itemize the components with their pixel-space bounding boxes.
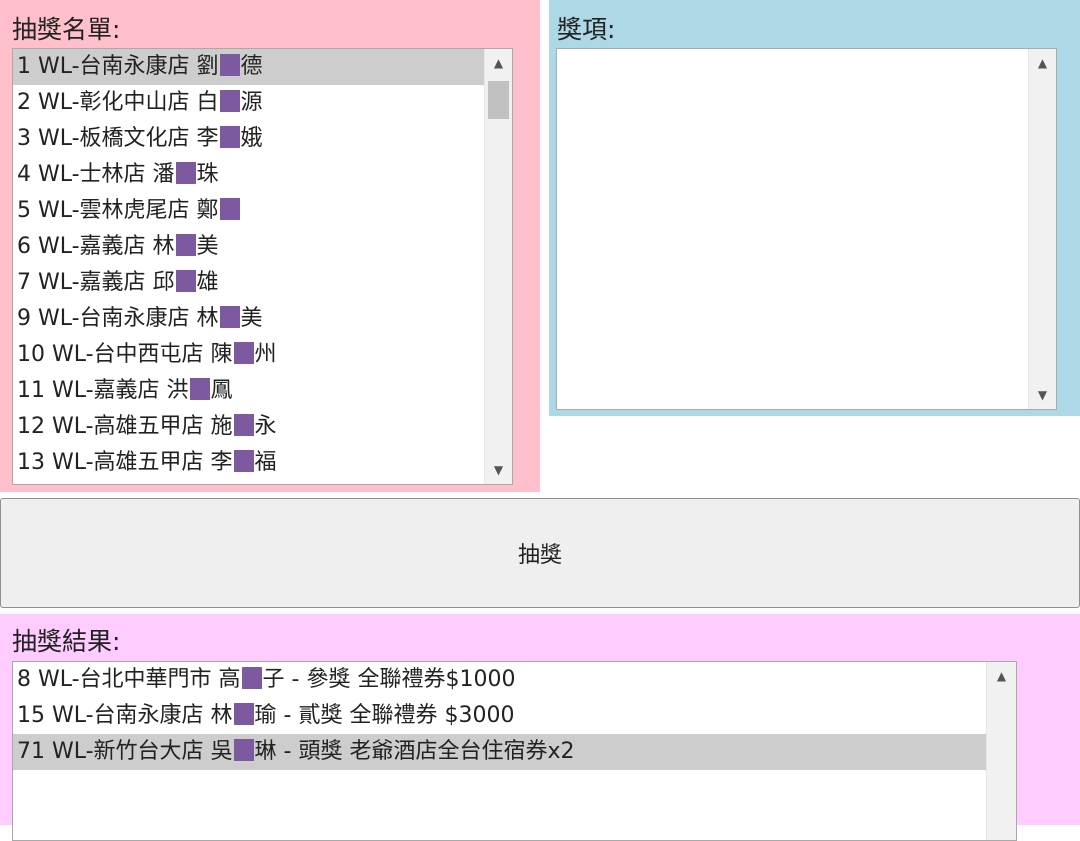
participant-row-text: 鳳 <box>210 378 233 403</box>
participant-row[interactable]: 5 WL-雲林虎尾店 鄭 <box>13 193 484 229</box>
triangle-down-icon[interactable]: ▼ <box>485 456 512 484</box>
result-row-text: 琳 - 頭獎 老爺酒店全台住宿券x2 <box>254 739 575 764</box>
participant-row-text: 永 <box>254 414 277 439</box>
redaction-block <box>219 126 240 148</box>
prize-scrollbar[interactable]: ▲ ▼ <box>1028 49 1056 409</box>
result-row-text: 8 WL-台北中華門市 高 <box>17 667 241 692</box>
participant-row-text: 德 <box>240 54 263 79</box>
redaction-block <box>175 162 196 184</box>
participant-row-text: 美 <box>196 234 219 259</box>
participant-row-text: 7 WL-嘉義店 邱 <box>17 270 175 295</box>
participant-row[interactable]: 9 WL-台南永康店 林美 <box>13 301 484 337</box>
participant-row-text: 5 WL-雲林虎尾店 鄭 <box>17 198 219 223</box>
result-row-text: 71 WL-新竹台大店 吳 <box>17 739 233 764</box>
redaction-block <box>189 378 210 400</box>
redaction-block <box>233 342 254 364</box>
redaction-block <box>219 306 240 328</box>
triangle-up-icon[interactable]: ▲ <box>485 49 512 77</box>
result-scrollbar[interactable]: ▲ <box>986 662 1016 840</box>
participant-row[interactable]: 2 WL-彰化中山店 白源 <box>13 85 484 121</box>
redaction-block <box>219 198 240 220</box>
participant-list-panel: 抽獎名單: 1 WL-台南永康店 劉德 2 WL-彰化中山店 白源 3 WL-板… <box>0 0 540 492</box>
draw-result-label: 抽獎結果: <box>12 627 121 656</box>
prize-label: 獎項: <box>557 15 616 44</box>
participant-row-text: 13 WL-高雄五甲店 李 <box>17 450 233 475</box>
result-row-text: 15 WL-台南永康店 林 <box>17 703 233 728</box>
participant-row[interactable]: 1 WL-台南永康店 劉德 <box>13 49 484 85</box>
participant-row[interactable]: 4 WL-士林店 潘珠 <box>13 157 484 193</box>
participant-row-text: 4 WL-士林店 潘 <box>17 162 175 187</box>
participant-row-text: 雄 <box>196 270 219 295</box>
redaction-block <box>233 450 254 472</box>
result-row[interactable]: 71 WL-新竹台大店 吳琳 - 頭獎 老爺酒店全台住宿券x2 <box>13 734 986 770</box>
participant-row-text: 6 WL-嘉義店 林 <box>17 234 175 259</box>
prize-panel: 獎項: ▲ ▼ <box>549 0 1080 416</box>
participant-row-text: 3 WL-板橋文化店 李 <box>17 126 219 151</box>
redaction-block <box>233 739 254 761</box>
participant-row[interactable]: 7 WL-嘉義店 邱雄 <box>13 265 484 301</box>
redaction-block <box>233 414 254 436</box>
draw-button[interactable]: 抽獎 <box>0 498 1080 608</box>
triangle-up-icon[interactable]: ▲ <box>1029 49 1056 77</box>
participant-scrollbar[interactable]: ▲ ▼ <box>484 49 512 484</box>
redaction-block <box>219 54 240 76</box>
draw-result-listbox[interactable]: 8 WL-台北中華門市 高子 - 參獎 全聯禮券$1000 15 WL-台南永康… <box>12 661 1017 841</box>
participant-row-text: 州 <box>254 342 277 367</box>
triangle-up-icon[interactable]: ▲ <box>987 662 1016 690</box>
participant-row-text: 珠 <box>196 162 219 187</box>
redaction-block <box>241 667 262 689</box>
draw-result-panel: 抽獎結果: 8 WL-台北中華門市 高子 - 參獎 全聯禮券$1000 15 W… <box>0 614 1080 841</box>
participant-listbox[interactable]: 1 WL-台南永康店 劉德 2 WL-彰化中山店 白源 3 WL-板橋文化店 李… <box>12 48 513 485</box>
participant-row-text: 源 <box>240 90 263 115</box>
participant-row[interactable]: 10 WL-台中西屯店 陳州 <box>13 337 484 373</box>
redaction-block <box>175 234 196 256</box>
participant-row-text: 2 WL-彰化中山店 白 <box>17 90 219 115</box>
participant-row-text: 福 <box>254 450 277 475</box>
participant-row-text: 美 <box>240 306 263 331</box>
scrollbar-thumb[interactable] <box>488 81 509 119</box>
participant-row[interactable]: 11 WL-嘉義店 洪鳳 <box>13 373 484 409</box>
redaction-block <box>175 270 196 292</box>
participant-row-text: 11 WL-嘉義店 洪 <box>17 378 189 403</box>
participant-list-label: 抽獎名單: <box>12 15 121 44</box>
triangle-down-icon[interactable]: ▼ <box>1029 381 1056 409</box>
participant-row[interactable]: 12 WL-高雄五甲店 施永 <box>13 409 484 445</box>
participant-row[interactable]: 6 WL-嘉義店 林美 <box>13 229 484 265</box>
result-row[interactable]: 15 WL-台南永康店 林瑜 - 貳獎 全聯禮券 $3000 <box>13 698 986 734</box>
prize-listbox[interactable]: ▲ ▼ <box>556 48 1057 410</box>
redaction-block <box>219 90 240 112</box>
redaction-block <box>233 703 254 725</box>
participant-row-text: 娥 <box>240 126 263 151</box>
result-row-text: 瑜 - 貳獎 全聯禮券 $3000 <box>254 703 515 728</box>
participant-row-text: 12 WL-高雄五甲店 施 <box>17 414 233 439</box>
participant-row[interactable]: 3 WL-板橋文化店 李娥 <box>13 121 484 157</box>
result-row[interactable]: 8 WL-台北中華門市 高子 - 參獎 全聯禮券$1000 <box>13 662 986 698</box>
participant-row[interactable]: 13 WL-高雄五甲店 李福 <box>13 445 484 481</box>
participant-row-text: 1 WL-台南永康店 劉 <box>17 54 219 79</box>
participant-row-text: 9 WL-台南永康店 林 <box>17 306 219 331</box>
result-row-text: 子 - 參獎 全聯禮券$1000 <box>262 667 516 692</box>
participant-row-text: 10 WL-台中西屯店 陳 <box>17 342 233 367</box>
